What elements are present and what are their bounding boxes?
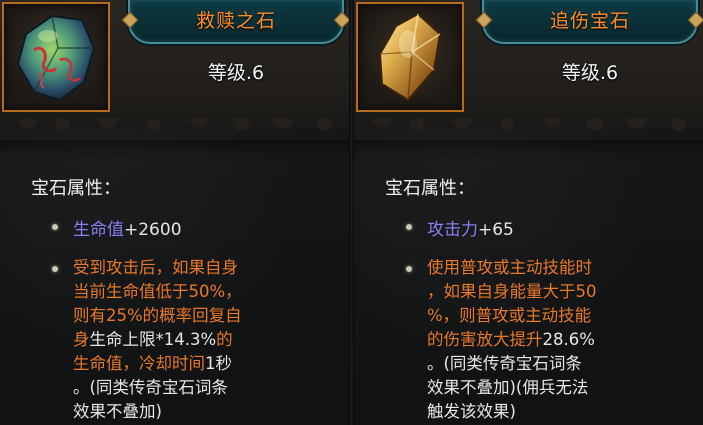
description-segment: 生命值，冷却时间 [73, 354, 205, 373]
stat-name: 生命值 [73, 220, 124, 240]
gem-card-redemption: 救赎之石 等级.6 宝石属性： 生命值+2600 受到攻击后，如果自身 当前生命值… [0, 0, 349, 425]
description-segment: 使用普攻或主动技能时 [427, 258, 592, 277]
description-line: 身生命上限*14.3%的 [73, 328, 283, 352]
gem-name: 追伤宝石 [549, 10, 630, 32]
description-line: 使用普攻或主动技能时 [427, 256, 637, 280]
stat-line: 攻击力+65 [427, 215, 514, 240]
gem-portrait [356, 2, 464, 112]
gem-name-plate: 救赎之石 [128, 0, 344, 44]
attribute-title: 宝石属性： [385, 178, 475, 199]
description-line: 。(同类传奇宝石词条 [427, 352, 637, 376]
description-line: 的伤害放大提升28.6% [427, 328, 637, 352]
stat-bullet [52, 224, 58, 230]
green-crystal-gem-icon [16, 14, 96, 102]
description-segment: 的 [216, 330, 233, 349]
description-segment: 。(同类传奇宝石词条 [427, 354, 582, 373]
effect-description: 受到攻击后，如果自身 当前生命值低于50%， 则有25%的概率回复自 身生命上限*14… [73, 256, 283, 424]
gem-name: 救赎之石 [195, 10, 276, 32]
description-segment: 触发该效果) [427, 402, 516, 421]
header-shadow [354, 140, 703, 158]
description-line: 生命值，冷却时间1秒 [73, 352, 283, 376]
description-line: %，则普攻或主动技能 [427, 304, 637, 328]
description-line: 受到攻击后，如果自身 [73, 256, 283, 280]
description-line: 触发该效果) [427, 400, 637, 424]
stat-value: +2600 [124, 220, 182, 240]
gem-level: 等级.6 [561, 62, 619, 84]
stat-value: +65 [478, 220, 514, 240]
gold-crystal-gem-icon [378, 12, 442, 102]
header-shadow [0, 140, 349, 158]
gem-portrait [2, 2, 110, 112]
description-segment: 身 [73, 330, 90, 349]
stat-name: 攻击力 [427, 220, 478, 240]
description-line: 。(同类传奇宝石词条 [73, 376, 283, 400]
gem-card-pursuit-damage: 追伤宝石 等级.6 宝石属性： 攻击力+65 使用普攻或主动技能时 ，如果自身能量… [354, 0, 703, 425]
effect-description: 使用普攻或主动技能时 ，如果自身能量大于50 %，则普攻或主动技能 的伤害放大提升28… [427, 256, 637, 424]
attribute-title: 宝石属性： [31, 178, 121, 199]
description-segment: 的伤害放大提升 [427, 330, 543, 349]
desc-bullet [406, 266, 412, 272]
gem-name-plate: 追伤宝石 [482, 0, 698, 44]
description-segment: 生命上限*14.3% [89, 330, 217, 349]
description-segment: 1秒 [205, 354, 232, 373]
description-line: 则有25%的概率回复自 [73, 304, 283, 328]
description-line: 效果不叠加) [73, 400, 283, 424]
description-line: 效果不叠加)(佣兵无法 [427, 376, 637, 400]
gem-level: 等级.6 [207, 62, 265, 84]
description-segment: ，如果自身能量大于50 [427, 282, 597, 301]
description-segment: 则有25%的概率回复自 [73, 306, 242, 325]
description-segment: 效果不叠加) [73, 402, 162, 421]
description-segment: 受到攻击后，如果自身 [73, 258, 238, 277]
description-segment: %，则普攻或主动技能 [427, 306, 592, 325]
description-segment: 28.6% [542, 330, 595, 349]
description-line: 当前生命值低于50%， [73, 280, 283, 304]
description-segment: 效果不叠加)(佣兵无法 [427, 378, 589, 397]
desc-bullet [52, 266, 58, 272]
stat-bullet [406, 224, 412, 230]
description-segment: 当前生命值低于50%， [73, 282, 242, 301]
description-segment: 。(同类传奇宝石词条 [73, 378, 228, 397]
description-line: ，如果自身能量大于50 [427, 280, 637, 304]
stat-line: 生命值+2600 [73, 215, 182, 240]
